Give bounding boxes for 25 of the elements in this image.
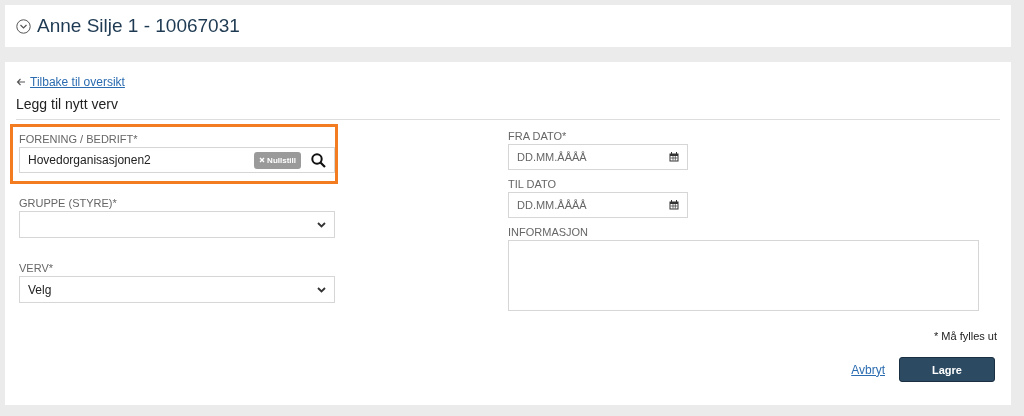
- page-title: Anne Silje 1 - 10067031: [37, 15, 240, 37]
- field-label: TIL DATO: [508, 178, 558, 190]
- chevron-down-icon: [317, 221, 326, 228]
- required-note: * Må fylles ut: [933, 330, 998, 342]
- calendar-icon[interactable]: [669, 200, 679, 210]
- field-label: FORENING / BEDRIFT*: [19, 133, 139, 145]
- search-icon[interactable]: [311, 152, 326, 168]
- select-field[interactable]: Velg: [19, 276, 335, 303]
- calendar-icon[interactable]: [669, 152, 679, 162]
- save-button[interactable]: Lagre: [899, 357, 995, 382]
- field-label: VERV*: [19, 262, 55, 274]
- date-field[interactable]: DD.MM.ÅÅÅÅ: [508, 192, 688, 218]
- field-label: INFORMASJON: [508, 226, 590, 238]
- collapse-toggle-icon[interactable]: [16, 18, 31, 34]
- back-link[interactable]: Tilbake til oversikt: [30, 75, 125, 89]
- field-label: GRUPPE (STYRE)*: [19, 197, 118, 209]
- back-arrow-icon[interactable]: [16, 78, 26, 86]
- close-icon: [259, 156, 266, 163]
- select-field[interactable]: [19, 211, 335, 238]
- date-field[interactable]: DD.MM.ÅÅÅÅ: [508, 144, 688, 170]
- field-label: FRA DATO*: [508, 130, 568, 142]
- cancel-link[interactable]: Avbryt: [851, 362, 885, 377]
- chevron-down-icon: [317, 286, 326, 293]
- search-field[interactable]: Hovedorganisasjonen2 Nullstill: [19, 147, 335, 173]
- form-heading: Legg til nytt verv: [16, 96, 1000, 120]
